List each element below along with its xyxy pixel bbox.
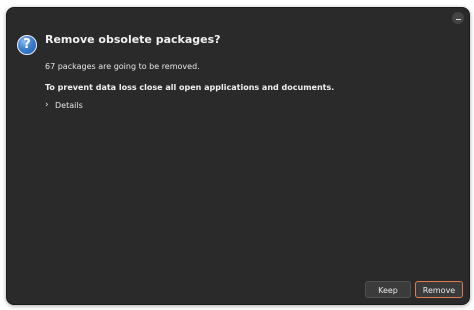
keep-button[interactable]: Keep [365,281,411,298]
packages-summary: 67 packages are going to be removed. [45,62,200,71]
details-expander[interactable]: › Details [45,99,83,111]
details-label: Details [55,100,83,110]
question-icon: ? [17,35,37,55]
question-mark: ? [23,37,31,52]
dialog-title: Remove obsolete packages? [45,33,221,46]
title-bar [7,8,469,28]
dialog-window: ? Remove obsolete packages? 67 packages … [6,7,470,305]
chevron-right-icon: › [45,100,49,110]
minimize-icon[interactable] [452,12,464,24]
remove-button[interactable]: Remove [415,281,463,298]
data-loss-warning: To prevent data loss close all open appl… [45,83,335,92]
